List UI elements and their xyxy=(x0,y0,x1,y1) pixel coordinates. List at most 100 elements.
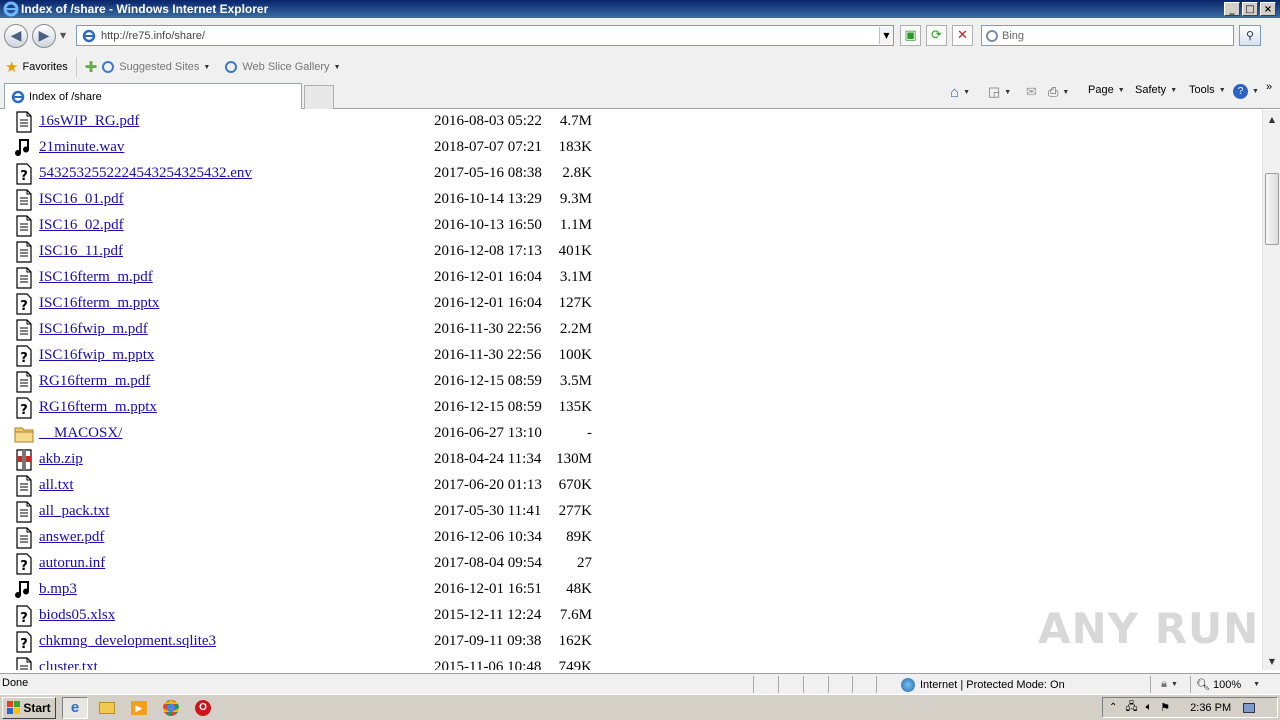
more-commands-icon[interactable]: » xyxy=(1266,81,1272,93)
tools-menu[interactable]: Tools ▼ xyxy=(1189,84,1226,96)
file-size: 9.3M xyxy=(559,191,592,207)
back-button[interactable]: ◀ xyxy=(4,23,28,48)
scroll-up-arrow[interactable]: ▲ xyxy=(1264,111,1280,127)
file-size: 130M xyxy=(556,451,592,467)
file-link[interactable]: biods05.xlsx xyxy=(39,607,115,624)
refresh-button[interactable]: ⟳ xyxy=(926,25,947,46)
file-link[interactable]: cluster.txt xyxy=(39,659,98,670)
file-modified-date: 2017-09-11 09:38 xyxy=(434,633,542,649)
security-zone[interactable]: Internet | Protected Mode: On xyxy=(876,676,1148,693)
printer-icon: ⎙ xyxy=(1048,84,1059,99)
read-mail-button[interactable]: ✉ xyxy=(1026,84,1037,100)
scrollbar-thumb[interactable] xyxy=(1265,173,1279,245)
search-placeholder: Bing xyxy=(1002,29,1025,42)
safety-menu[interactable]: Safety ▼ xyxy=(1135,84,1177,96)
minimize-button[interactable]: _ xyxy=(1224,2,1240,16)
file-link[interactable]: autorun.inf xyxy=(39,555,105,572)
tray-expand-icon[interactable]: ⌃ xyxy=(1109,702,1117,713)
file-link[interactable]: 21minute.wav xyxy=(39,139,124,156)
tab-active[interactable]: Index of /share xyxy=(4,83,302,109)
file-link[interactable]: ISC16fterm_m.pdf xyxy=(39,269,153,286)
unknown-file-icon: ? xyxy=(14,397,34,419)
search-input[interactable]: Bing xyxy=(981,25,1234,46)
file-link[interactable]: all_pack.txt xyxy=(39,503,109,520)
taskbar-media-player-button[interactable]: ▶ xyxy=(126,697,152,719)
table-row: ISC16_02.pdf 2016-10-13 16:50 1.1M xyxy=(0,214,700,240)
maximize-button[interactable]: □ xyxy=(1242,2,1258,16)
taskbar-opera-button[interactable]: O xyxy=(190,697,216,719)
address-dropdown-icon[interactable]: ▼ xyxy=(879,27,893,44)
protected-mode-button[interactable]: 🔒︎ ▼ xyxy=(1150,676,1188,693)
svg-text:?: ? xyxy=(20,611,28,626)
table-row: ISC16fwip_m.pdf 2016-11-30 22:56 2.2M xyxy=(0,318,700,344)
file-link[interactable]: __MACOSX/ xyxy=(39,425,122,442)
file-link[interactable]: b.mp3 xyxy=(39,581,77,598)
forward-button[interactable]: ▶ xyxy=(32,23,56,48)
favorites-button[interactable]: ★ Favorites xyxy=(5,58,68,76)
taskbar-ie-button[interactable]: e xyxy=(62,696,88,719)
print-button[interactable]: ⎙ ▼ xyxy=(1048,84,1069,100)
security-zone-label: Internet | Protected Mode: On xyxy=(920,678,1065,691)
network-icon[interactable]: 🖧︎ xyxy=(1125,698,1137,717)
clock[interactable]: 2:36 PM xyxy=(1190,702,1231,714)
compatibility-view-button[interactable]: ▣ xyxy=(900,25,921,46)
text-file-icon xyxy=(14,215,34,237)
file-size: 2.8K xyxy=(562,165,592,181)
suggested-sites-link[interactable]: Suggested Sites ▼ xyxy=(101,60,210,74)
file-link[interactable]: ISC16fwip_m.pdf xyxy=(39,321,148,338)
file-link[interactable]: ISC16fwip_m.pptx xyxy=(39,347,154,364)
search-button[interactable]: ⚲ xyxy=(1239,25,1261,46)
safety-menu-label: Safety xyxy=(1135,84,1167,96)
tab-bar: Index of /share ⌂ ▼ ◲ ▼ ✉ ⎙ ▼ Page ▼ Safety ▼… xyxy=(0,81,1280,109)
table-row: ? ISC16fterm_m.pptx 2016-12-01 16:04 127K xyxy=(0,292,700,318)
web-slice-gallery-link[interactable]: Web Slice Gallery ▼ xyxy=(224,60,341,74)
status-cell xyxy=(828,676,852,693)
file-size: 7.6M xyxy=(559,607,592,623)
file-link[interactable]: 5432532552224543254325432.env xyxy=(39,165,252,182)
status-cell xyxy=(753,676,777,693)
status-cell xyxy=(778,676,802,693)
address-url[interactable]: http://re75.info/share/ xyxy=(101,30,879,42)
help-menu[interactable]: ? ▼ xyxy=(1233,84,1259,99)
address-bar[interactable]: http://re75.info/share/ ▼ xyxy=(76,25,894,46)
taskbar-chrome-button[interactable] xyxy=(158,697,184,719)
rss-icon: ◲ xyxy=(988,84,1001,99)
file-link[interactable]: ISC16_11.pdf xyxy=(39,243,123,260)
file-link[interactable]: chkmng_development.sqlite3 xyxy=(39,633,216,650)
flag-icon[interactable]: ⚑ xyxy=(1160,701,1170,714)
unknown-file-icon: ? xyxy=(14,605,34,627)
chevron-down-icon: ▼ xyxy=(203,63,211,71)
add-to-favorites-icon[interactable]: ✚ xyxy=(85,58,98,76)
vertical-scrollbar[interactable]: ▲ ▼ xyxy=(1262,110,1280,670)
show-desktop-icon[interactable] xyxy=(1243,702,1256,713)
file-link[interactable]: ISC16_02.pdf xyxy=(39,217,124,234)
system-tray: ⌃ 🖧︎ 🔈︎ ⚑ 2:36 PM xyxy=(1102,697,1278,718)
unknown-file-icon: ? xyxy=(14,553,34,575)
mail-icon: ✉ xyxy=(1026,84,1037,99)
feeds-button[interactable]: ◲ ▼ xyxy=(988,84,1011,100)
file-link[interactable]: all.txt xyxy=(39,477,74,494)
text-file-icon xyxy=(14,111,34,133)
zoom-control[interactable]: 🔍︎ 100% ▼ xyxy=(1190,676,1262,693)
page-menu[interactable]: Page ▼ xyxy=(1088,84,1125,96)
taskbar-explorer-button[interactable] xyxy=(94,697,120,719)
recent-pages-dropdown[interactable]: ▼ xyxy=(60,31,66,40)
svg-text:?: ? xyxy=(20,559,28,574)
file-link[interactable]: RG16fterm_m.pdf xyxy=(39,373,150,390)
file-link[interactable]: RG16fterm_m.pptx xyxy=(39,399,157,416)
start-button[interactable]: Start xyxy=(2,696,56,719)
stop-button[interactable]: ✕ xyxy=(952,25,973,46)
close-button[interactable]: × xyxy=(1260,2,1276,16)
home-button[interactable]: ⌂ ▼ xyxy=(950,84,970,101)
scroll-down-arrow[interactable]: ▼ xyxy=(1264,653,1280,669)
web-slice-gallery-label: Web Slice Gallery xyxy=(242,61,330,73)
file-link[interactable]: ISC16_01.pdf xyxy=(39,191,124,208)
file-link[interactable]: ISC16fterm_m.pptx xyxy=(39,295,159,312)
file-link[interactable]: akb.zip xyxy=(39,451,83,468)
file-link[interactable]: 16sWIP_RG.pdf xyxy=(39,113,139,130)
volume-icon[interactable]: 🔈︎ xyxy=(1146,701,1153,714)
new-tab-button[interactable] xyxy=(304,85,334,109)
table-row: 21minute.wav 2018-07-07 07:21 183K xyxy=(0,136,700,162)
window-title: Index of /share - Windows Internet Explo… xyxy=(21,2,269,16)
file-link[interactable]: answer.pdf xyxy=(39,529,104,546)
